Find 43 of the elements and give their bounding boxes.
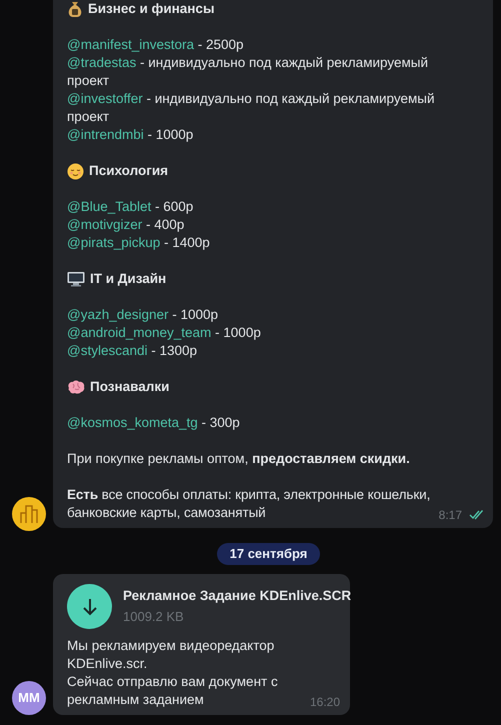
message-text: Есть все способы оплаты: крипта, электронные кошельки, банковские карты, самозанятый bbox=[67, 486, 432, 522]
date-separator: 17 сентября bbox=[216, 543, 320, 565]
channel-link[interactable]: @investoffer bbox=[67, 91, 143, 106]
channel-entry: @kosmos_kometa_tg - 300р bbox=[67, 414, 241, 432]
channel-entry: @pirats_pickup - 1400р bbox=[67, 234, 211, 252]
monitor-icon bbox=[67, 271, 85, 287]
channel-link[interactable]: @intrendmbi bbox=[67, 127, 144, 142]
channel-entry: @intrendmbi - 1000р bbox=[67, 126, 194, 144]
smiling-face-icon bbox=[67, 162, 84, 180]
message-text: При покупке рекламы оптом, предоставляем скидки. bbox=[67, 450, 411, 468]
section-heading: IT и Дизайн bbox=[90, 270, 166, 288]
channel-link[interactable]: @manifest_investora bbox=[67, 37, 194, 52]
channel-link[interactable]: @pirats_pickup bbox=[67, 235, 160, 250]
channel-entry: @tradestas - индивидуально под каждый рекламируемый проект bbox=[67, 54, 430, 90]
money-bag-icon bbox=[67, 0, 83, 18]
download-arrow-icon bbox=[82, 598, 98, 616]
section-heading: Познавалки bbox=[90, 378, 170, 396]
section-heading: Бизнес и финансы bbox=[88, 0, 214, 18]
buildings-icon bbox=[19, 504, 39, 524]
channel-link[interactable]: @android_money_team bbox=[67, 325, 212, 340]
channel-link[interactable]: @tradestas bbox=[67, 55, 136, 70]
channel-entry: @motivgizer - 400р bbox=[67, 216, 186, 234]
file-name[interactable]: Рекламное Задание KDEnlive.SCR bbox=[123, 587, 352, 605]
channel-link[interactable]: @Blue_Tablet bbox=[67, 199, 152, 214]
message-text: Мы рекламируем видеоредактор KDEnlive.scr. bbox=[67, 637, 276, 673]
download-button[interactable] bbox=[67, 584, 112, 629]
section-heading: Психология bbox=[89, 162, 168, 180]
channel-link[interactable]: @stylescandi bbox=[67, 343, 148, 358]
message-time: 8:17 bbox=[438, 507, 462, 524]
message-time: 16:20 bbox=[310, 694, 340, 711]
channel-link[interactable]: @motivgizer bbox=[67, 217, 142, 232]
channel-entry: @yazh_designer - 1000р bbox=[67, 306, 220, 324]
file-size: 1009.2 KB bbox=[123, 608, 185, 626]
channel-entry: @stylescandi - 1300р bbox=[67, 342, 198, 360]
channel-entry: @investoffer - индивидуально под каждый рекламируемый проект bbox=[67, 90, 436, 126]
channel-link[interactable]: @yazh_designer bbox=[67, 307, 169, 322]
channel-entry: @Blue_Tablet - 600р bbox=[67, 198, 194, 216]
message-text: Сейчас отправлю вам документ с рекламным заданием bbox=[67, 673, 279, 709]
channel-entry: @manifest_investora - 2500р bbox=[67, 36, 245, 54]
channel-avatar[interactable] bbox=[12, 497, 46, 531]
brain-icon bbox=[67, 379, 85, 395]
channel-link[interactable]: @kosmos_kometa_tg bbox=[67, 415, 198, 430]
channel-entry: @android_money_team - 1000р bbox=[67, 324, 262, 342]
